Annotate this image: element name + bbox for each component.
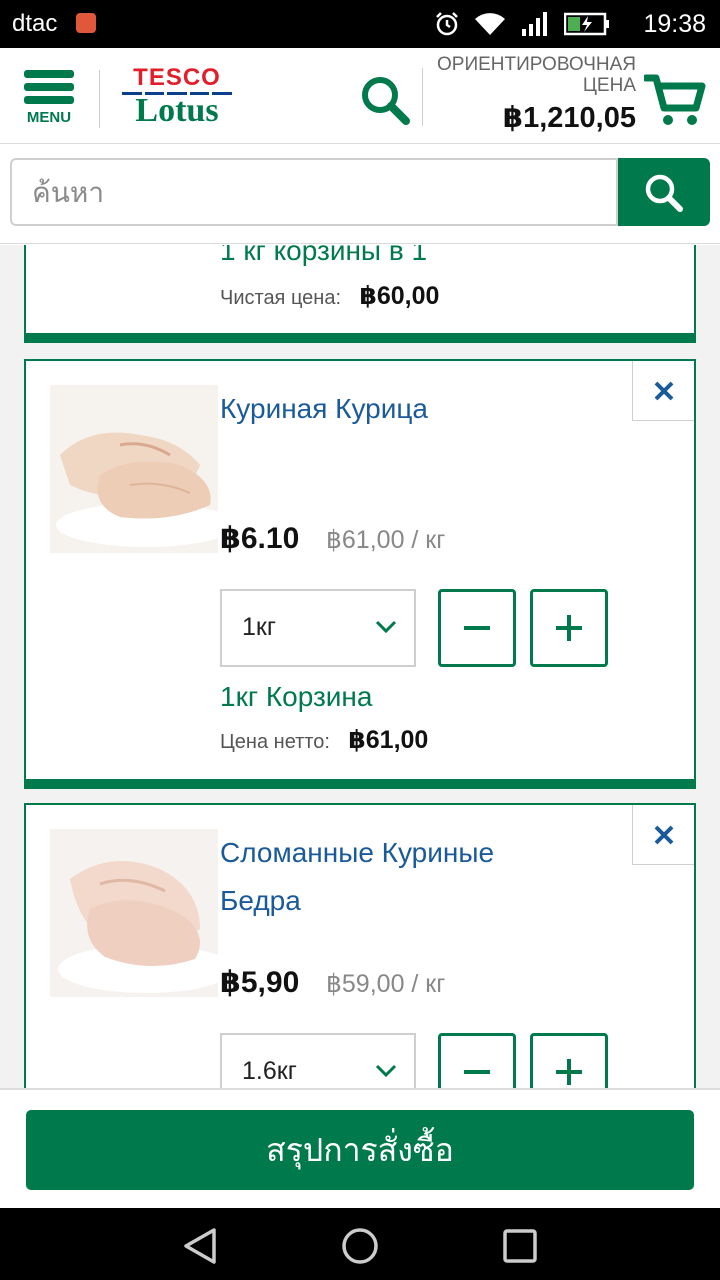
menu-label: MENU — [26, 109, 72, 126]
product-image[interactable] — [50, 829, 218, 997]
recents-button[interactable] — [500, 1226, 540, 1266]
cart-item: Сломанные Куриные Бедра ฿5,90 ฿59,00 / к… — [24, 803, 696, 1088]
basket-line: 1кг Корзина — [220, 681, 373, 712]
menu-button[interactable]: MENU — [24, 70, 78, 130]
search-bar — [0, 144, 720, 244]
alarm-icon — [436, 12, 458, 36]
estimated-price-label-2: ЦЕНА — [582, 75, 636, 96]
minus-icon — [464, 1070, 490, 1074]
chevron-down-icon — [375, 1064, 397, 1078]
net-price-row: Цена нетто: ฿61,00 — [220, 725, 428, 755]
product-name[interactable]: Сломанные Куриные Бедра — [220, 829, 620, 925]
decrease-quantity-button[interactable] — [438, 1033, 516, 1088]
tesco-lotus-logo[interactable]: TESCO Lotus — [118, 66, 236, 130]
estimated-price: ОРИЕНТИРОВОЧНАЯ ЦЕНА ฿1,210,05 — [430, 54, 636, 135]
estimated-price-label: ОРИЕНТИРОВОЧНАЯ — [437, 54, 636, 75]
notification-icon — [76, 13, 96, 33]
estimated-price-value: ฿1,210,05 — [502, 102, 636, 134]
checkout-bar: สรุปการสั่งซื้อ — [0, 1088, 720, 1208]
system-nav-bar — [0, 1208, 720, 1280]
recents-icon — [503, 1229, 537, 1263]
search-input[interactable] — [10, 158, 618, 226]
increase-quantity-button[interactable] — [530, 1033, 608, 1088]
product-price: ฿6.10 — [220, 522, 300, 555]
carrier-name: dtac — [12, 10, 58, 37]
product-name-line1: Сломанные Куриные — [220, 837, 495, 868]
increase-quantity-button[interactable] — [530, 589, 608, 667]
search-submit-button[interactable] — [618, 158, 710, 226]
chevron-down-icon — [375, 620, 397, 634]
cart-item: Куриная Курица ฿6.10 ฿61,00 / кг 1кг 1кг… — [24, 359, 696, 789]
status-bar: dtac 19:38 — [0, 0, 720, 48]
net-price-value: ฿60,00 — [359, 282, 440, 310]
net-price-row: Чистая цена: ฿60,00 — [220, 281, 439, 311]
logo-lotus: Lotus — [135, 92, 219, 129]
product-image[interactable] — [50, 385, 218, 553]
product-name-line2: Бедра — [220, 885, 301, 916]
clock: 19:38 — [643, 10, 706, 38]
close-icon — [654, 825, 673, 844]
plus-icon — [556, 615, 582, 641]
cart-list[interactable]: 1 кг корзины в 1 Чистая цена: ฿60,00 Кур… — [0, 245, 720, 1088]
basket-line: 1 кг корзины в 1 — [220, 245, 428, 266]
minus-icon — [464, 626, 490, 630]
signal-icon — [522, 12, 547, 36]
home-icon — [342, 1228, 378, 1264]
remove-item-button[interactable] — [632, 361, 694, 421]
net-price-value: ฿61,00 — [348, 726, 429, 754]
quantity-select[interactable]: 1кг — [220, 589, 416, 667]
search-icon — [645, 174, 683, 212]
cart-button[interactable] — [642, 72, 706, 128]
decrease-quantity-button[interactable] — [438, 589, 516, 667]
divider — [422, 68, 423, 126]
back-icon — [184, 1228, 216, 1264]
cart-icon — [642, 74, 706, 125]
checkout-button[interactable]: สรุปการสั่งซื้อ — [26, 1110, 694, 1190]
net-price-label: Цена нетто: — [220, 731, 330, 753]
plus-icon — [556, 1059, 582, 1085]
battery-charging-icon — [564, 12, 609, 36]
remove-item-button[interactable] — [632, 805, 694, 865]
close-icon — [654, 381, 673, 400]
back-button[interactable] — [180, 1226, 220, 1266]
unit-price: ฿59,00 / кг — [326, 970, 446, 998]
search-icon — [362, 77, 410, 125]
net-price-label: Чистая цена: — [220, 287, 342, 309]
product-price: ฿5,90 — [220, 966, 300, 999]
quantity-value: 1.6кг — [242, 1057, 297, 1085]
divider — [99, 70, 100, 128]
unit-price: ฿61,00 / кг — [326, 526, 446, 554]
logo-tesco: TESCO — [133, 64, 221, 91]
wifi-icon — [475, 13, 505, 36]
cart-item: 1 кг корзины в 1 Чистая цена: ฿60,00 — [24, 245, 696, 343]
app-header: MENU TESCO Lotus ОРИЕНТИРОВОЧНАЯ ЦЕНА ฿1… — [0, 48, 720, 144]
home-button[interactable] — [340, 1226, 380, 1266]
product-name[interactable]: Куриная Курица — [220, 385, 620, 433]
header-search-button[interactable] — [358, 74, 412, 126]
quantity-value: 1кг — [242, 613, 276, 641]
hamburger-icon — [24, 70, 74, 78]
quantity-select[interactable]: 1.6кг — [220, 1033, 416, 1088]
